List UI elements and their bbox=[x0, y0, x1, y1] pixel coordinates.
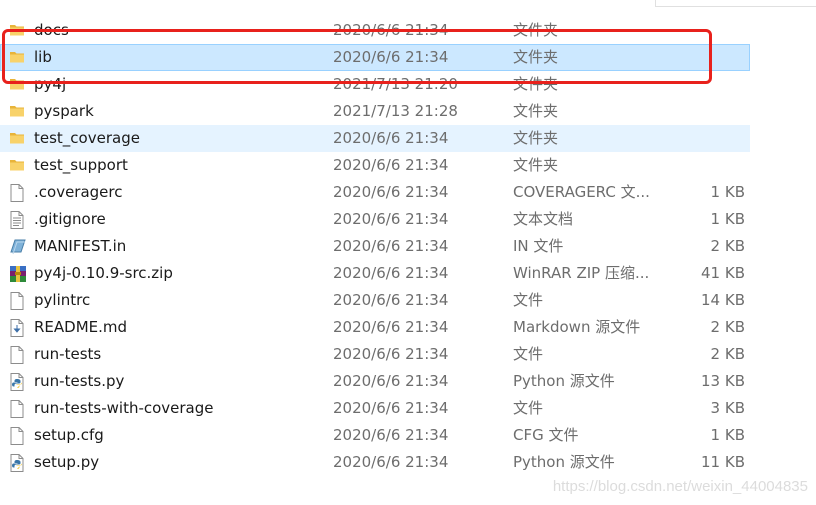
manifest-file-icon bbox=[9, 234, 26, 259]
file-type: CFG 文件 bbox=[513, 426, 579, 444]
file-type: 文件夹 bbox=[513, 48, 559, 66]
file-type: 文件夹 bbox=[513, 75, 559, 93]
file-size: 3 KB bbox=[710, 399, 745, 417]
file-type: WinRAR ZIP 压缩... bbox=[513, 264, 650, 282]
folder-icon bbox=[9, 45, 25, 70]
file-row[interactable]: pyspark 2021/7/13 21:28 文件夹 bbox=[0, 98, 750, 125]
blank-file-icon bbox=[9, 180, 25, 205]
file-modified-date: 2020/6/6 21:34 bbox=[333, 345, 449, 363]
file-modified-date: 2020/6/6 21:34 bbox=[333, 372, 449, 390]
file-name: run-tests-with-coverage bbox=[34, 399, 214, 417]
winrar-archive-icon bbox=[9, 261, 26, 286]
column-divider bbox=[655, 0, 816, 7]
file-type: 文件 bbox=[513, 399, 544, 417]
file-size: 41 KB bbox=[701, 264, 745, 282]
file-name: README.md bbox=[34, 318, 128, 336]
file-modified-date: 2021/7/13 21:20 bbox=[333, 75, 458, 93]
folder-icon bbox=[9, 72, 25, 97]
file-row[interactable]: run-tests 2020/6/6 21:34 文件 2 KB bbox=[0, 341, 750, 368]
file-row[interactable]: py4j 2021/7/13 21:20 文件夹 bbox=[0, 71, 750, 98]
file-type: 文件夹 bbox=[513, 21, 559, 39]
file-row[interactable]: docs 2020/6/6 21:34 文件夹 bbox=[0, 17, 750, 44]
file-row[interactable]: .gitignore 2020/6/6 21:34 文本文档 1 KB bbox=[0, 206, 750, 233]
file-name: test_support bbox=[34, 156, 128, 174]
file-row[interactable]: README.md 2020/6/6 21:34 Markdown 源文件 2 KB bbox=[0, 314, 750, 341]
file-name: pyspark bbox=[34, 102, 94, 120]
file-row[interactable]: py4j-0.10.9-src.zip 2020/6/6 21:34 WinRAR … bbox=[0, 260, 750, 287]
file-name: test_coverage bbox=[34, 129, 140, 147]
file-type: IN 文件 bbox=[513, 237, 564, 255]
file-modified-date: 2020/6/6 21:34 bbox=[333, 426, 449, 444]
file-type: Python 源文件 bbox=[513, 372, 615, 390]
file-modified-date: 2020/6/6 21:34 bbox=[333, 399, 449, 417]
file-name: docs bbox=[34, 21, 69, 39]
file-modified-date: 2020/6/6 21:34 bbox=[333, 21, 449, 39]
text-file-icon bbox=[9, 207, 25, 232]
file-type: Python 源文件 bbox=[513, 453, 615, 471]
file-name: run-tests.py bbox=[34, 372, 125, 390]
blank-file-icon bbox=[9, 423, 25, 448]
file-size: 2 KB bbox=[710, 318, 745, 336]
blank-file-icon bbox=[9, 396, 25, 421]
file-modified-date: 2020/6/6 21:34 bbox=[333, 183, 449, 201]
watermark: https://blog.csdn.net/weixin_44004835 bbox=[552, 478, 808, 495]
file-size: 11 KB bbox=[701, 453, 745, 471]
file-size: 14 KB bbox=[701, 291, 745, 309]
file-modified-date: 2020/6/6 21:34 bbox=[333, 264, 449, 282]
file-modified-date: 2021/7/13 21:28 bbox=[333, 102, 458, 120]
file-modified-date: 2020/6/6 21:34 bbox=[333, 318, 449, 336]
file-size: 13 KB bbox=[701, 372, 745, 390]
file-name: MANIFEST.in bbox=[34, 237, 127, 255]
file-row[interactable]: run-tests.py 2020/6/6 21:34 Python 源文件 13 K… bbox=[0, 368, 750, 395]
file-modified-date: 2020/6/6 21:34 bbox=[333, 156, 449, 174]
file-type: 文件夹 bbox=[513, 156, 559, 174]
file-modified-date: 2020/6/6 21:34 bbox=[333, 129, 449, 147]
file-row[interactable]: test_support 2020/6/6 21:34 文件夹 bbox=[0, 152, 750, 179]
file-type: 文件 bbox=[513, 291, 544, 309]
folder-icon bbox=[9, 153, 25, 178]
file-modified-date: 2020/6/6 21:34 bbox=[333, 48, 449, 66]
file-row[interactable]: setup.py 2020/6/6 21:34 Python 源文件 11 KB bbox=[0, 449, 750, 476]
file-size: 1 KB bbox=[710, 210, 745, 228]
folder-icon bbox=[9, 18, 25, 43]
file-name: .coveragerc bbox=[34, 183, 123, 201]
folder-icon bbox=[9, 126, 25, 151]
file-size: 2 KB bbox=[710, 237, 745, 255]
file-row[interactable]: setup.cfg 2020/6/6 21:34 CFG 文件 1 KB bbox=[0, 422, 750, 449]
python-file-icon bbox=[9, 450, 25, 475]
file-name: run-tests bbox=[34, 345, 102, 363]
file-modified-date: 2020/6/6 21:34 bbox=[333, 291, 449, 309]
file-type: 文件夹 bbox=[513, 129, 559, 147]
markdown-file-icon bbox=[9, 315, 25, 340]
file-name: .gitignore bbox=[34, 210, 106, 228]
blank-file-icon bbox=[9, 342, 25, 367]
file-type: 文件 bbox=[513, 345, 544, 363]
file-row[interactable]: pylintrc 2020/6/6 21:34 文件 14 KB bbox=[0, 287, 750, 314]
file-row[interactable]: .coveragerc 2020/6/6 21:34 COVERAGERC 文...… bbox=[0, 179, 750, 206]
file-size: 1 KB bbox=[710, 183, 745, 201]
file-list: docs 2020/6/6 21:34 文件夹 lib 2020/6/6 21:34 文件… bbox=[0, 17, 816, 476]
file-row[interactable]: test_coverage 2020/6/6 21:34 文件夹 bbox=[0, 125, 750, 152]
file-modified-date: 2020/6/6 21:34 bbox=[333, 453, 449, 471]
file-name: setup.py bbox=[34, 453, 100, 471]
file-name: pylintrc bbox=[34, 291, 91, 309]
file-size: 2 KB bbox=[710, 345, 745, 363]
file-size: 1 KB bbox=[710, 426, 745, 444]
python-file-icon bbox=[9, 369, 25, 394]
folder-icon bbox=[9, 99, 25, 124]
file-type: COVERAGERC 文... bbox=[513, 183, 650, 201]
file-type: 文本文档 bbox=[513, 210, 574, 228]
file-modified-date: 2020/6/6 21:34 bbox=[333, 210, 449, 228]
file-row[interactable]: lib 2020/6/6 21:34 文件夹 bbox=[0, 44, 750, 71]
file-name: lib bbox=[34, 48, 52, 66]
file-name: py4j-0.10.9-src.zip bbox=[34, 264, 173, 282]
file-modified-date: 2020/6/6 21:34 bbox=[333, 237, 449, 255]
file-name: py4j bbox=[34, 75, 67, 93]
file-name: setup.cfg bbox=[34, 426, 104, 444]
file-row[interactable]: MANIFEST.in 2020/6/6 21:34 IN 文件 2 KB bbox=[0, 233, 750, 260]
file-row[interactable]: run-tests-with-coverage 2020/6/6 21:34 文件 3… bbox=[0, 395, 750, 422]
file-type: Markdown 源文件 bbox=[513, 318, 641, 336]
blank-file-icon bbox=[9, 288, 25, 313]
file-type: 文件夹 bbox=[513, 102, 559, 120]
